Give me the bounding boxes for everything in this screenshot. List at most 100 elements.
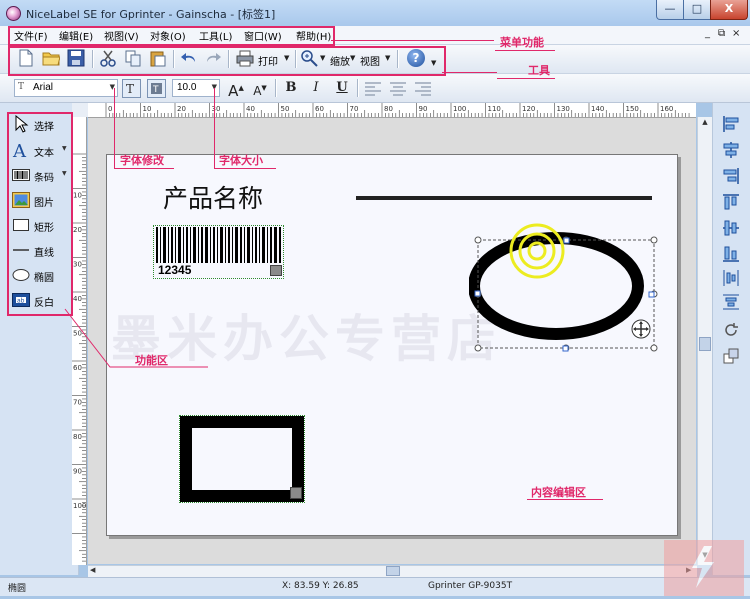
content-area-annotation-label: 内容编辑区 [531,486,586,499]
ruler-label: 100 [73,502,86,510]
status-coordinates: X: 83.59 Y: 26.85 [282,581,359,591]
font-size-value: 10.0 [177,82,197,93]
toolbar-annotation-line [442,72,497,73]
resize-handle-icon[interactable] [270,265,282,276]
increase-font-icon[interactable]: A▲ [226,79,246,100]
vertical-scroll-thumb[interactable] [699,337,711,351]
font-size-annotation-line [214,88,215,168]
font-modify-annotation-line [114,88,115,168]
decrease-font-icon[interactable]: A▼ [250,79,270,98]
corner-logo-icon [664,540,744,596]
app-icon [6,6,21,21]
window-title: NiceLabel SE for Gprinter - Gainscha - [… [26,8,276,21]
maximize-button[interactable]: □ [683,0,711,20]
ruler-label: 80 [384,105,393,113]
distribute-horizontal-icon[interactable] [722,269,740,287]
svg-text:T: T [152,85,159,95]
ruler-label: 30 [73,261,82,269]
content-area-annotation-underline [527,499,603,500]
ruler-label: 40 [73,295,82,303]
align-left-icon[interactable] [722,115,740,133]
ruler-label: 160 [660,105,673,113]
ruler-label: 10 [73,192,82,200]
ruler-corner [72,103,88,117]
font-size-combo[interactable]: 10.0 ▼ [172,79,220,97]
distribute-vertical-icon[interactable] [722,293,740,311]
font-effect-icon[interactable]: T [147,79,166,98]
ruler-label: 20 [177,105,186,113]
align-center-icon[interactable] [389,80,407,98]
vertical-scrollbar[interactable]: ▲ ▼ [697,117,713,565]
font-name-combo[interactable]: T Arial ▼ [14,79,118,97]
align-top-icon[interactable] [722,193,740,211]
click-highlight-icon [509,223,565,279]
ruler-label: 140 [591,105,604,113]
ruler-label: 0 [108,105,112,113]
move-cursor-icon [631,319,651,339]
resize-handle-icon[interactable] [290,487,302,499]
italic-button[interactable]: I [306,79,326,97]
mdi-close-button[interactable]: × [732,28,740,39]
title-bar[interactable]: NiceLabel SE for Gprinter - Gainscha - [… [0,0,750,27]
ruler-label: 70 [73,399,82,407]
status-object: 椭圆 [8,584,27,594]
ruler-label: 90 [73,468,82,476]
scroll-up-icon[interactable]: ▲ [699,118,711,130]
minimize-button[interactable]: — [656,0,684,20]
font-settings-icon[interactable]: T [122,79,141,98]
align-middle-icon[interactable] [722,219,740,237]
ruler-label: 50 [281,105,290,113]
truetype-icon: T [18,82,25,92]
ruler-label: 80 [73,433,82,441]
product-name-text[interactable]: 产品名称 [163,179,263,215]
font-modify-annotation-underline [114,168,174,169]
barcode-bars [156,227,281,263]
bold-button[interactable]: B [281,79,301,97]
ruler-label: 100 [453,105,466,113]
menu-annotation-label: 菜单功能 [500,36,544,49]
font-size-annotation-label: 字体大小 [219,154,263,167]
horizontal-ruler: 0 10 20 30 40 50 60 70 80 90 100 110 120 130 140 150 160 [88,103,696,118]
ruler-label: 40 [246,105,255,113]
close-button[interactable]: X [710,0,748,20]
rectangle-object[interactable] [179,415,305,503]
ruler-label: 110 [488,105,501,113]
rotate-icon[interactable] [722,321,740,339]
font-modify-annotation-label: 字体修改 [120,154,164,167]
ruler-label: 130 [557,105,570,113]
font-name-value: Arial [33,82,54,93]
mdi-minimize-button[interactable]: _ [705,28,710,39]
align-center-icon[interactable] [722,141,740,159]
align-bottom-icon[interactable] [722,245,740,263]
ruler-label: 150 [626,105,639,113]
underline-button[interactable]: U [332,79,352,97]
align-right-icon[interactable] [414,80,432,98]
ruler-label: 70 [350,105,359,113]
barcode-object[interactable]: 12345 [153,225,284,279]
mdi-restore-button[interactable]: ⧉ [718,28,725,39]
menu-annotation-underline [495,50,555,51]
toolbar-annotation-label: 工具 [528,64,550,77]
toolbar-annotation-box [8,46,446,76]
align-left-icon[interactable] [364,80,382,98]
horizontal-scroll-thumb[interactable] [386,566,400,576]
ruler-label: 120 [522,105,535,113]
order-icon[interactable] [722,347,740,365]
status-bar: 椭圆 X: 83.59 Y: 26.85 Gprinter GP-9035T [0,540,750,596]
svg-text:T: T [126,82,134,96]
barcode-value: 12345 [156,263,194,277]
font-size-annotation-underline [214,168,276,169]
ruler-label: 60 [315,105,324,113]
line-object[interactable] [356,196,652,200]
alignment-palette [712,103,750,575]
ruler-label: 10 [143,105,152,113]
menu-annotation-line [331,40,494,41]
align-right-icon[interactable] [722,167,740,185]
format-toolbar: T Arial ▼ T T 10.0 ▼ A▲ A▼ B I U [0,74,750,103]
menu-annotation-box [8,26,335,46]
toolbar-annotation-underline [497,78,555,79]
function-area-annotation-box [7,112,73,316]
ruler-label: 90 [419,105,428,113]
scroll-left-icon[interactable]: ◀ [90,566,95,574]
status-printer: Gprinter GP-9035T [428,581,513,591]
